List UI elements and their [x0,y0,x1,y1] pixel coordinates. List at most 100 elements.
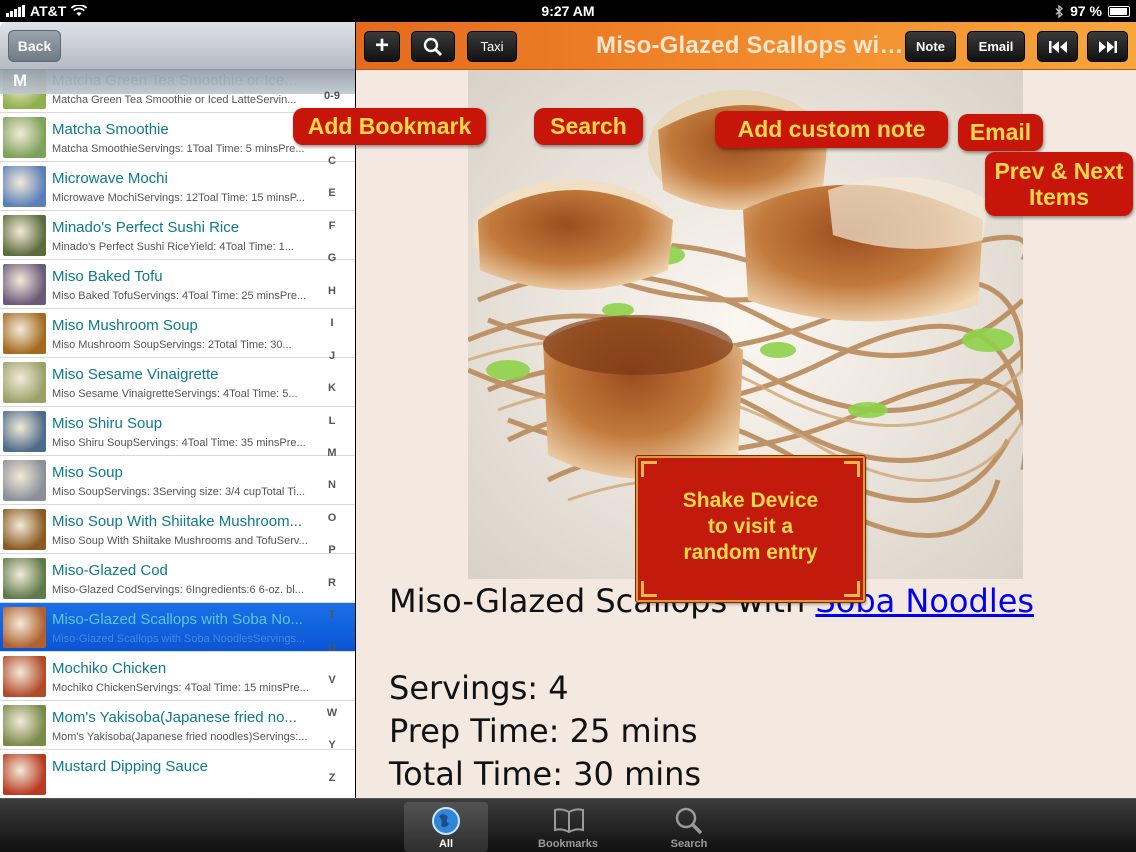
index-letter[interactable]: E [318,187,346,199]
list-item[interactable]: Miso-Glazed Cod Miso-Glazed CodServings: … [0,554,355,603]
list-item-title: Miso Soup [52,464,123,481]
index-letter[interactable]: U [318,642,346,654]
list-item[interactable]: Miso Mushroom Soup Miso Mushroom SoupServ… [0,309,355,358]
skip-back-icon [1048,41,1067,53]
list-item-subtitle: Miso Mushroom SoupServings: 2Total Time:… [52,339,292,351]
index-letter[interactable]: I [318,317,346,329]
list-item[interactable]: Miso Sesame Vinaigrette Miso Sesame Vinai… [0,358,355,407]
list-item-subtitle: Mochiko ChickenServings: 4Toal Time: 15 … [52,682,309,694]
callout-add-bookmark: Add Bookmark [293,108,486,145]
index-letter[interactable]: L [318,415,346,427]
total-time-text: Total Time: 30 mins [389,755,702,793]
recipe-thumbnail [3,411,46,452]
list-item[interactable]: Miso Soup Miso SoupServings: 3Serving siz… [0,456,355,505]
recipe-thumbnail [3,607,46,648]
list-item[interactable]: Mochiko Chicken Mochiko ChickenServings: … [0,652,355,701]
recipe-thumbnail [3,705,46,746]
email-button[interactable]: Email [967,31,1025,62]
recipe-thumbnail [3,656,46,697]
index-letter[interactable]: C [318,155,346,167]
note-button[interactable]: Note [905,31,956,62]
list-item-title: Miso Sesame Vinaigrette [52,366,219,383]
recipe-thumbnail [3,264,46,305]
callout-shake-line3: random entry [683,541,818,564]
section-header: M [0,70,355,94]
callout-prev-next-line2: Items [1028,184,1090,210]
index-letter[interactable]: N [318,479,346,491]
list-item[interactable]: Mom's Yakisoba(Japanese fried no... Mom's… [0,701,355,750]
list-item-title: Miso Mushroom Soup [52,317,198,334]
list-item[interactable]: Minado's Perfect Sushi Rice Minado's Perf… [0,211,355,260]
list-item[interactable]: Mustard Dipping Sauce [0,750,355,798]
tab-all[interactable]: All [404,802,488,852]
index-letter[interactable]: H [318,285,346,297]
tab-bar: All Bookmarks Search [0,798,1136,852]
list-item-title: Matcha Smoothie [52,121,169,138]
callout-shake-device: Shake Device to visit a random entry [635,455,866,603]
list-item[interactable]: Miso-Glazed Scallops with Soba No... Miso… [0,603,355,652]
battery-percent: 97 % [1070,3,1102,19]
callout-shake-line1: Shake Device [682,489,819,512]
index-letter[interactable]: R [318,577,346,589]
index-letter[interactable]: M [318,447,346,459]
recipe-thumbnail [3,460,46,501]
index-letter[interactable]: K [318,382,346,394]
list-item-title: Miso-Glazed Cod [52,562,168,579]
status-bar: AT&T 9:27 AM 97 % [0,0,1136,22]
list-item-subtitle: Miso Soup With Shiitake Mushrooms and To… [52,535,308,547]
list-item-subtitle: Miso SoupServings: 3Serving size: 3/4 cu… [52,486,306,498]
list-item[interactable]: Miso Baked Tofu Miso Baked TofuServings: … [0,260,355,309]
ornament-corner [844,581,860,597]
recipe-thumbnail [3,362,46,403]
callout-search: Search [534,108,643,145]
index-letter[interactable]: 0-9 [318,90,346,102]
servings-text: Servings: 4 [389,669,569,707]
index-letter[interactable]: T [318,609,346,621]
tab-bookmarks[interactable]: Bookmarks [526,802,610,852]
recipe-thumbnail [3,313,46,354]
callout-prev-next-line1: Prev & Next [994,158,1124,184]
next-item-button[interactable] [1087,31,1128,62]
index-letter[interactable]: O [318,512,346,524]
search-button[interactable] [411,31,455,62]
index-letter[interactable]: W [318,707,346,719]
list-item-subtitle: Miso-Glazed CodServings: 6Ingredients:6 … [52,584,304,596]
tab-all-label: All [438,838,454,850]
list-item[interactable]: Miso Soup With Shiitake Mushroom... Miso … [0,505,355,554]
add-bookmark-button[interactable]: + [364,31,400,62]
index-letter[interactable]: F [318,220,346,232]
recipe-title: Miso-Glazed Scallops with Soba Noodles [596,32,906,59]
list-item-title: Mustard Dipping Sauce [52,758,208,775]
index-letter[interactable]: G [318,252,346,264]
recipe-thumbnail [3,117,46,158]
globe-icon [432,807,460,835]
list-item-title: Mom's Yakisoba(Japanese fried no... [52,709,297,726]
bluetooth-icon [1055,4,1064,18]
list-item-title: Miso Shiru Soup [52,415,163,432]
list-item-title: Microwave Mochi [52,170,168,187]
list-item-title: Mochiko Chicken [52,660,167,677]
list-item[interactable]: Microwave Mochi Microwave MochiServings: … [0,162,355,211]
index-letter[interactable]: Y [318,739,346,751]
list-item-subtitle: Microwave MochiServings: 12Toal Time: 15… [52,192,305,204]
index-letter[interactable]: V [318,674,346,686]
skip-forward-icon [1098,41,1117,53]
list-item-subtitle: Minado's Perfect Sushi RiceYield: 4Toal … [52,241,294,253]
battery-icon [1108,5,1130,17]
ornament-corner [844,461,860,477]
left-nav-bar: Back [0,22,355,70]
list-item[interactable]: Miso Shiru Soup Miso Shiru SoupServings: … [0,407,355,456]
taxi-button[interactable]: Taxi [467,31,517,62]
magnifier-icon [675,807,703,835]
search-icon [423,37,443,57]
list-item-subtitle: Miso Baked TofuServings: 4Toal Time: 25 … [52,290,307,302]
index-letter[interactable]: P [318,544,346,556]
tab-search[interactable]: Search [647,802,731,852]
alphabet-index[interactable]: 0-9BCEFGHIJKLMNOPRTUVWYZ [318,84,346,798]
recipe-thumbnail [3,754,46,795]
back-button[interactable]: Back [8,30,61,62]
recipe-thumbnail [3,558,46,599]
index-letter[interactable]: J [318,350,346,362]
previous-item-button[interactable] [1037,31,1078,62]
index-letter[interactable]: Z [318,772,346,784]
